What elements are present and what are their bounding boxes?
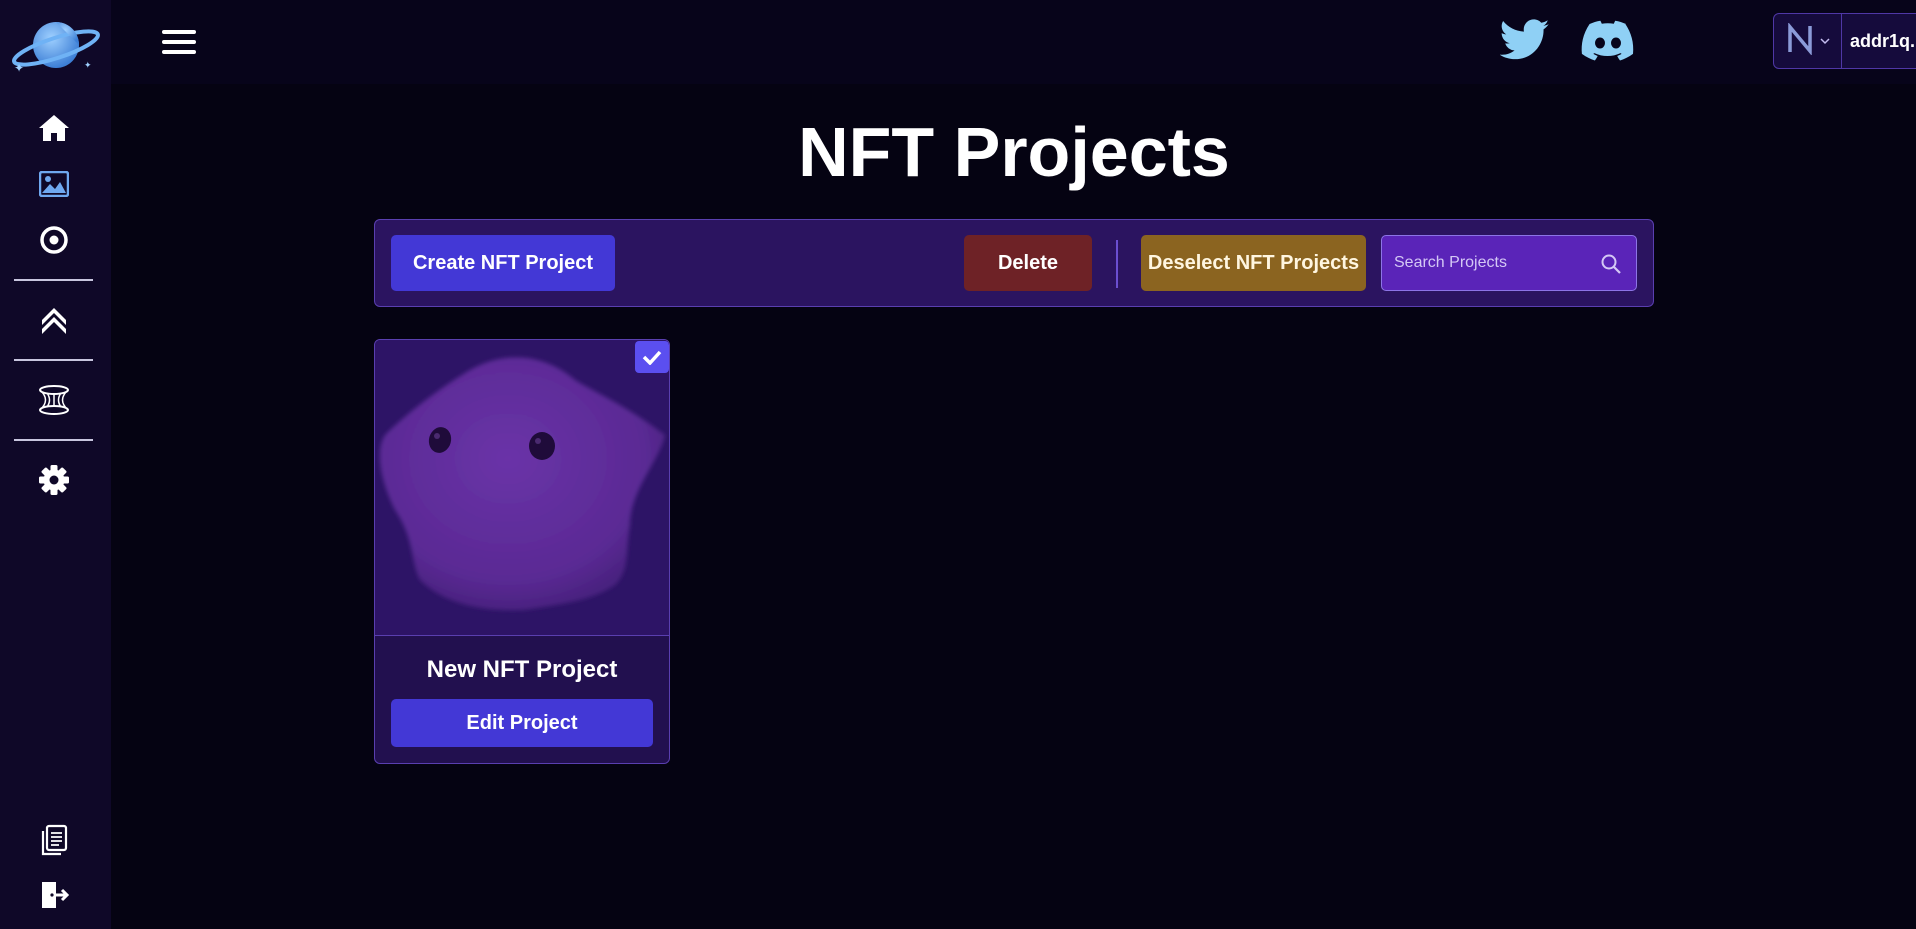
create-nft-project-button[interactable]: Create NFT Project — [391, 235, 615, 291]
edit-project-button[interactable]: Edit Project — [391, 699, 653, 747]
card-divider — [375, 635, 669, 636]
svg-text:✦: ✦ — [84, 60, 92, 70]
sidebar-divider — [14, 359, 93, 361]
wallet-address[interactable]: addr1q...whpg — [1842, 14, 1916, 68]
hamburger-menu-icon[interactable] — [159, 22, 199, 62]
chevrons-up-icon[interactable] — [36, 302, 72, 338]
svg-text:✦: ✦ — [14, 61, 24, 75]
search-box — [1381, 235, 1637, 291]
compass-icon[interactable] — [36, 222, 72, 258]
sidebar-divider — [14, 279, 93, 281]
project-thumbnail — [375, 340, 669, 635]
deselect-nft-projects-button[interactable]: Deselect NFT Projects — [1141, 235, 1366, 291]
network-selector[interactable] — [1774, 14, 1842, 68]
sidebar-divider — [14, 439, 93, 441]
network-n-icon — [1786, 21, 1814, 60]
gear-icon[interactable] — [36, 462, 72, 498]
twitter-icon[interactable] — [1499, 18, 1554, 66]
project-select-checkbox[interactable] — [635, 341, 669, 373]
search-input[interactable] — [1394, 254, 1594, 272]
top-header: addr1q...whpg — [111, 0, 1916, 84]
page-title: NFT Projects — [798, 113, 1230, 191]
wormhole-icon[interactable] — [36, 382, 72, 418]
delete-button[interactable]: Delete — [964, 235, 1092, 291]
chevron-down-icon — [1819, 32, 1830, 50]
documents-icon[interactable] — [36, 822, 72, 858]
toolbar-divider — [1116, 240, 1118, 288]
planet-logo[interactable]: ✦ ✦ — [8, 16, 102, 76]
logout-icon[interactable] — [36, 877, 72, 913]
discord-icon[interactable] — [1581, 18, 1635, 66]
wallet-connector: addr1q...whpg — [1773, 13, 1916, 69]
project-card[interactable]: New NFT Project Edit Project — [374, 339, 670, 764]
search-icon[interactable] — [1600, 253, 1622, 275]
project-title: New NFT Project — [426, 656, 618, 683]
project-toolbar: Create NFT Project Delete Deselect NFT P… — [374, 219, 1654, 307]
